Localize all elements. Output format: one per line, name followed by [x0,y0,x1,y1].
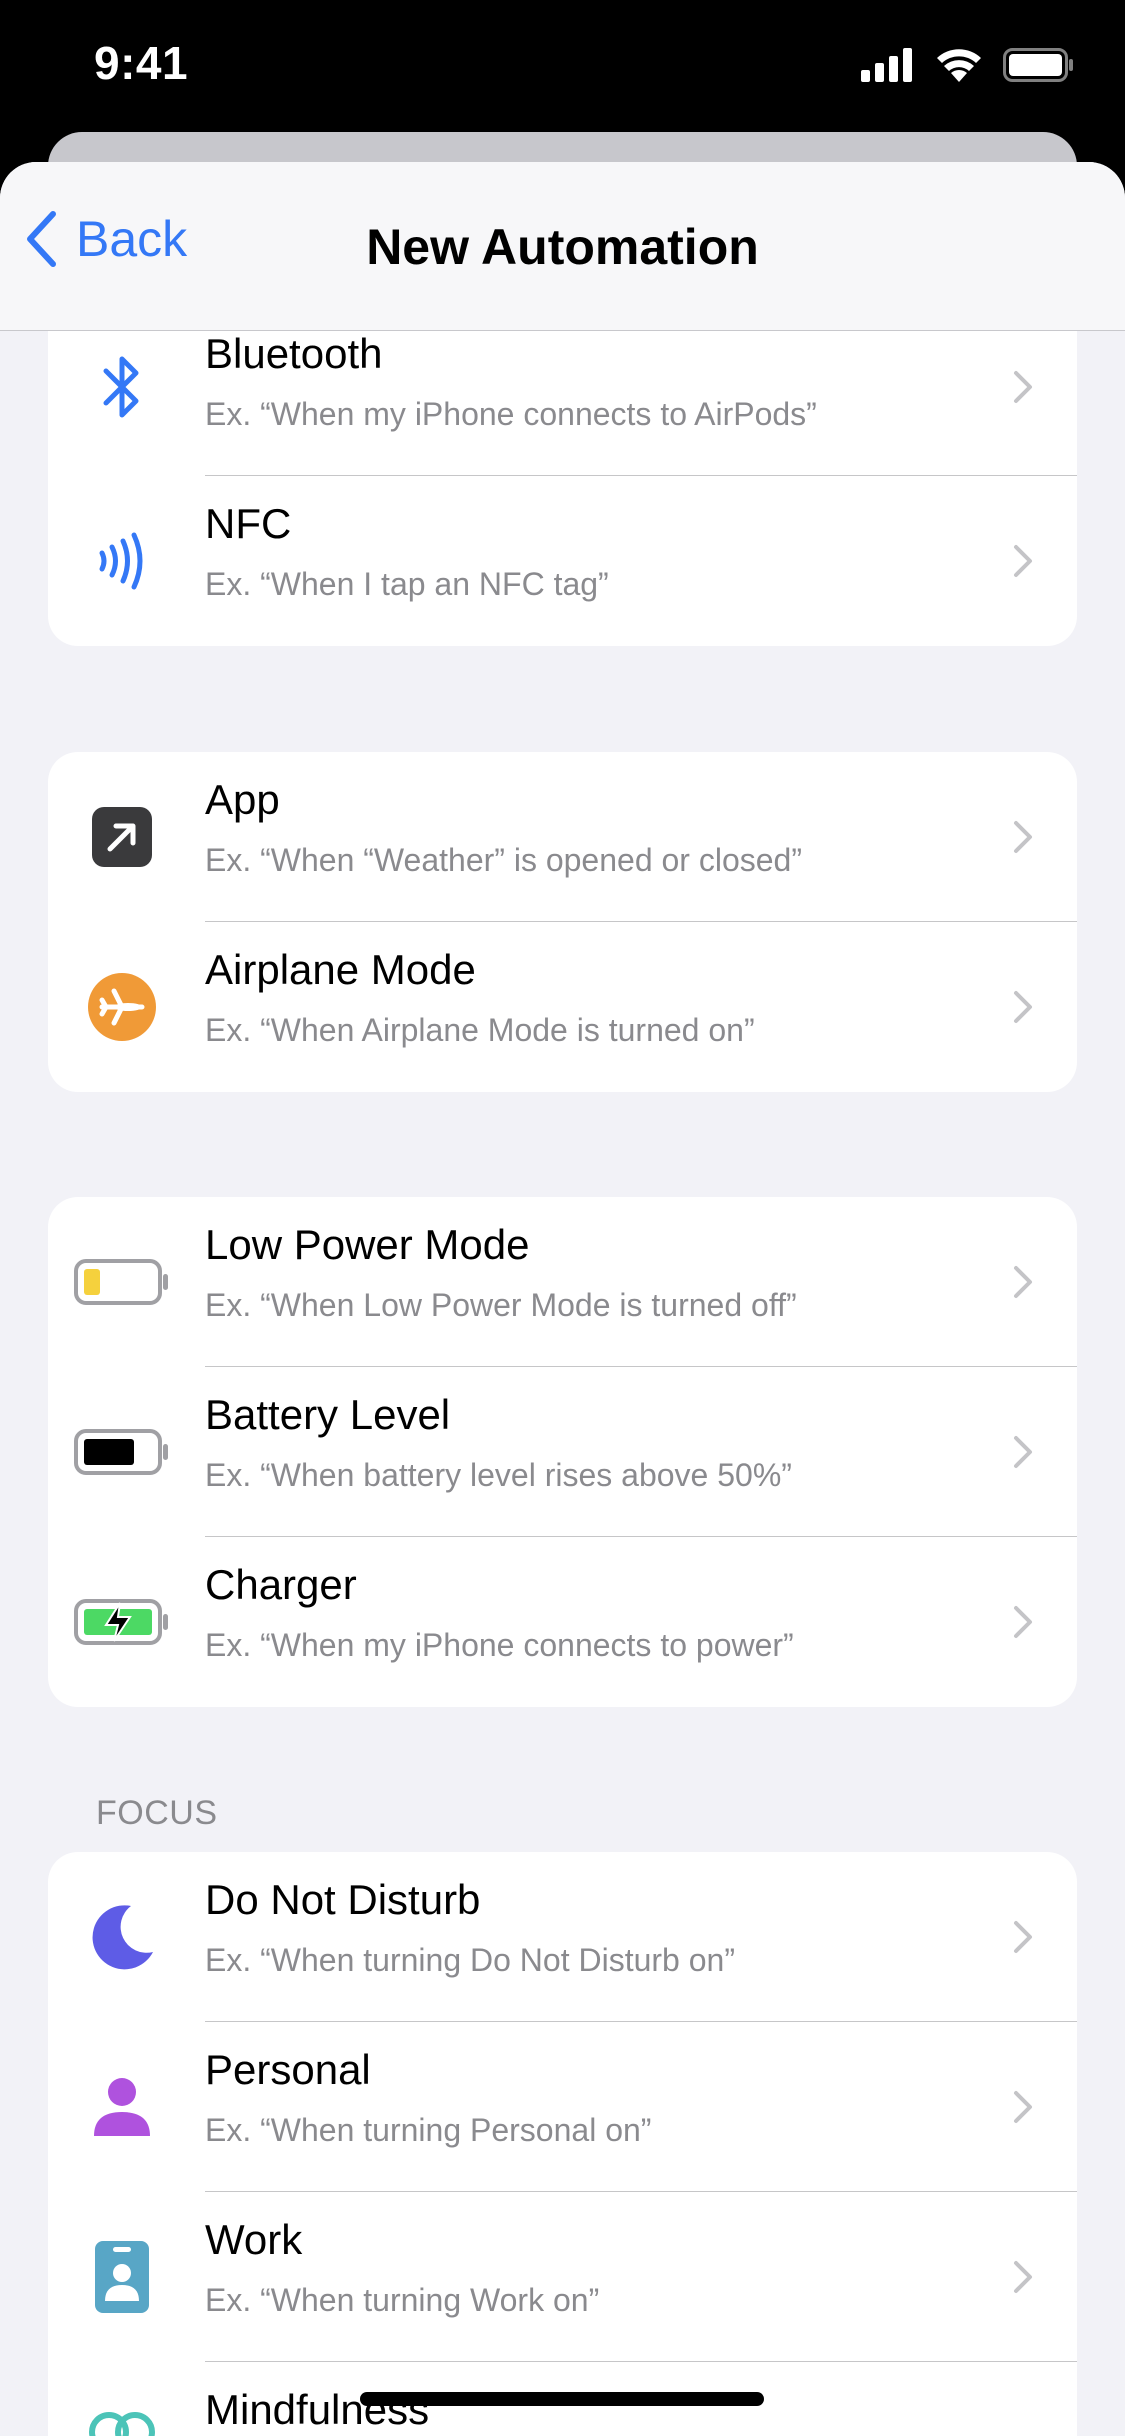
focus-group: Do Not Disturb Ex. “When turning Do Not … [48,1852,1077,2436]
list-item-work[interactable]: Work Ex. “When turning Work on” [48,2192,1077,2362]
person-icon [72,2057,172,2157]
app-arrow-icon [72,787,172,887]
section-header-focus: FOCUS [96,1794,218,1832]
list-item-do-not-disturb[interactable]: Do Not Disturb Ex. “When turning Do Not … [48,1852,1077,2022]
list-item-subtitle: Ex. “When “Weather” is opened or closed” [205,842,802,878]
low-battery-icon [72,1232,172,1332]
list-item-subtitle: Ex. “When Low Power Mode is turned off” [205,1287,797,1323]
list-item-personal[interactable]: Personal Ex. “When turning Personal on” [48,2022,1077,2192]
list-item-subtitle: Ex. “When turning Do Not Disturb on” [205,1942,735,1978]
power-group: Low Power Mode Ex. “When Low Power Mode … [48,1197,1077,1707]
battery-status-icon [1003,48,1073,82]
chevron-right-icon [1014,1436,1032,1468]
chevron-right-icon [1014,2091,1032,2123]
chevron-right-icon [1014,1921,1032,1953]
chevron-right-icon [1014,821,1032,853]
airplane-icon [72,957,172,1057]
list-item-battery-level[interactable]: Battery Level Ex. “When battery level ri… [48,1367,1077,1537]
automation-sheet: Back New Automation Bluetooth Ex. “When … [0,162,1125,2436]
list-item-subtitle: Ex. “When turning Personal on” [205,2112,652,2148]
home-indicator[interactable] [360,2392,764,2406]
list-item-subtitle: Ex. “When battery level rises above 50%” [205,1457,792,1493]
list-item-subtitle: Ex. “When turning Work on” [205,2282,600,2318]
connectivity-group: Bluetooth Ex. “When my iPhone connects t… [48,298,1077,646]
cellular-signal-icon [861,48,912,82]
chevron-right-icon [1014,371,1032,403]
id-badge-icon [72,2227,172,2327]
chevron-right-icon [1014,1266,1032,1298]
list-item-airplane-mode[interactable]: Airplane Mode Ex. “When Airplane Mode is… [48,922,1077,1092]
list-item-title: Personal [205,2046,371,2093]
chevron-right-icon [1014,545,1032,577]
status-icons [861,48,1075,82]
list-item-title: Low Power Mode [205,1221,530,1268]
list-item-title: NFC [205,500,292,547]
list-item-app[interactable]: App Ex. “When “Weather” is opened or clo… [48,752,1077,922]
navigation-bar: Back New Automation [0,162,1125,331]
chevron-right-icon [1014,1606,1032,1638]
list-item-charger[interactable]: Charger Ex. “When my iPhone connects to … [48,1537,1077,1707]
list-item-title: Bluetooth [205,330,383,377]
list-item-title: Work [205,2216,303,2263]
list-item-title: Airplane Mode [205,946,476,993]
list-item-title: App [205,776,280,823]
list-item-subtitle: Ex. “When my iPhone connects to AirPods” [205,396,817,432]
bluetooth-icon [72,337,172,437]
mindfulness-icon [72,2382,172,2436]
status-time: 9:41 [94,37,189,89]
chevron-right-icon [1014,991,1032,1023]
status-bar: 9:41 [0,0,1125,135]
moon-icon [72,1887,172,1987]
list-item-low-power-mode[interactable]: Low Power Mode Ex. “When Low Power Mode … [48,1197,1077,1367]
apps-group: App Ex. “When “Weather” is opened or clo… [48,752,1077,1092]
screen: 9:41 Back New Automation Bluetooth Ex. “… [0,0,1125,2436]
list-item-title: Charger [205,1561,357,1608]
list-item-subtitle: Ex. “When I tap an NFC tag” [205,566,609,602]
charging-battery-icon [72,1572,172,1672]
list-item-subtitle: Ex. “When Airplane Mode is turned on” [205,1012,755,1048]
page-title: New Automation [366,219,759,275]
wifi-icon [937,49,981,82]
nfc-icon [72,511,172,611]
list-item-nfc[interactable]: NFC Ex. “When I tap an NFC tag” [48,476,1077,646]
list-item-title: Battery Level [205,1391,451,1438]
chevron-right-icon [1014,2261,1032,2293]
battery-icon [72,1402,172,1502]
list-item-title: Do Not Disturb [205,1876,481,1923]
list-item-subtitle: Ex. “When my iPhone connects to power” [205,1627,794,1663]
